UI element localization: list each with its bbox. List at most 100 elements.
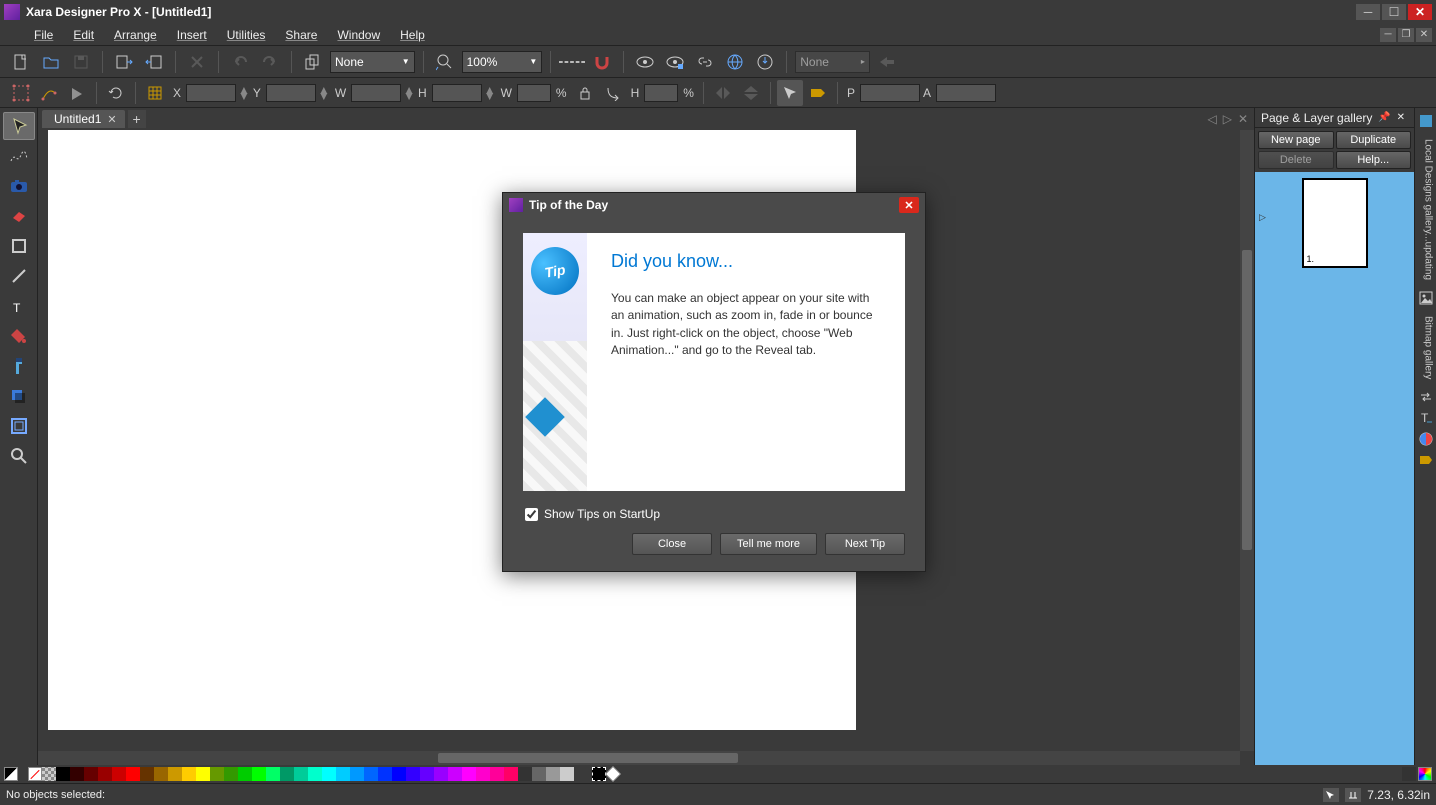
- menu-insert[interactable]: Insert: [167, 26, 217, 44]
- bitmap-gallery-icon[interactable]: [1417, 289, 1435, 307]
- designs-gallery-icon[interactable]: [1417, 112, 1435, 130]
- export-web-button[interactable]: [722, 49, 748, 75]
- x-spinner[interactable]: ▲▼: [238, 87, 250, 99]
- fill-tool[interactable]: [3, 322, 35, 350]
- vertical-scrollbar[interactable]: [1240, 130, 1254, 751]
- freehand-tool[interactable]: [3, 142, 35, 170]
- color-swatch[interactable]: [504, 767, 518, 781]
- export-button[interactable]: [141, 49, 167, 75]
- page-thumbnail[interactable]: 1.: [1302, 178, 1368, 268]
- color-swatch[interactable]: [448, 767, 462, 781]
- color-swatch[interactable]: [322, 767, 336, 781]
- shape-tool[interactable]: [3, 232, 35, 260]
- color-swatch[interactable]: [532, 767, 546, 781]
- color-swatch[interactable]: [294, 767, 308, 781]
- color-swatch[interactable]: [518, 767, 532, 781]
- color-swatch[interactable]: [490, 767, 504, 781]
- color-swatch[interactable]: [266, 767, 280, 781]
- text-gallery-icon[interactable]: T: [1417, 409, 1435, 427]
- eraser-tool[interactable]: [3, 202, 35, 230]
- bevel-tool[interactable]: [3, 412, 35, 440]
- link-button[interactable]: [692, 49, 718, 75]
- color-swatch[interactable]: [476, 767, 490, 781]
- document-tab[interactable]: Untitled1 ✕: [42, 110, 125, 128]
- grid-icon[interactable]: [142, 80, 168, 106]
- h-pct-field[interactable]: [644, 84, 678, 102]
- w-pct-field[interactable]: [517, 84, 551, 102]
- color-swatch[interactable]: [84, 767, 98, 781]
- y-field[interactable]: [266, 84, 316, 102]
- color-editor-button[interactable]: [1418, 767, 1432, 781]
- lock-aspect-button[interactable]: [572, 80, 598, 106]
- names-gallery-icon[interactable]: [1417, 451, 1435, 469]
- line-tool-icon[interactable]: [36, 80, 62, 106]
- menu-utilities[interactable]: Utilities: [217, 26, 276, 44]
- new-tab-button[interactable]: +: [128, 110, 146, 128]
- show-tips-checkbox[interactable]: [525, 508, 538, 521]
- color-swatch[interactable]: [392, 767, 406, 781]
- name-combo[interactable]: None▸: [795, 51, 870, 73]
- tab-next-button[interactable]: ▷: [1221, 112, 1234, 126]
- designs-gallery-tab[interactable]: Local Designs gallery...updating: [1417, 133, 1435, 286]
- selector-options-button[interactable]: [777, 80, 803, 106]
- mdi-minimize-button[interactable]: ─: [1380, 28, 1396, 42]
- mdi-restore-button[interactable]: ❐: [1398, 28, 1414, 42]
- expand-toggle[interactable]: ▷: [1259, 212, 1266, 223]
- color-swatch[interactable]: [182, 767, 196, 781]
- color-swatch[interactable]: [350, 767, 364, 781]
- bitmap-gallery-tab[interactable]: Bitmap gallery: [1417, 310, 1435, 385]
- a-field[interactable]: [936, 84, 996, 102]
- transparency-icon[interactable]: [64, 80, 90, 106]
- shadow-tool[interactable]: [3, 382, 35, 410]
- tab-close-all-button[interactable]: ✕: [1236, 112, 1250, 126]
- color-swatch[interactable]: [308, 767, 322, 781]
- live-drag-indicator[interactable]: [1323, 788, 1339, 802]
- color-swatch[interactable]: [406, 767, 420, 781]
- end-swatch-1[interactable]: [1402, 767, 1416, 781]
- new-page-button[interactable]: New page: [1258, 131, 1334, 149]
- menu-file[interactable]: File: [24, 26, 63, 44]
- white-diamond-swatch[interactable]: [605, 766, 621, 782]
- color-swatch[interactable]: [560, 767, 574, 781]
- color-swatch[interactable]: [112, 767, 126, 781]
- line-tool[interactable]: [3, 262, 35, 290]
- photo-tool[interactable]: [3, 172, 35, 200]
- preview-button[interactable]: [632, 49, 658, 75]
- tab-close-button[interactable]: ✕: [107, 113, 116, 126]
- color-swatch[interactable]: [126, 767, 140, 781]
- color-swatch[interactable]: [546, 767, 560, 781]
- snap-toggle-button[interactable]: [589, 49, 615, 75]
- window-minimize-button[interactable]: ─: [1356, 4, 1380, 20]
- color-swatch[interactable]: [140, 767, 154, 781]
- y-spinner[interactable]: ▲▼: [318, 87, 330, 99]
- flip-h-button[interactable]: [710, 80, 736, 106]
- color-swatch[interactable]: [364, 767, 378, 781]
- mdi-close-button[interactable]: ✕: [1416, 28, 1432, 42]
- rotate-icon[interactable]: [103, 80, 129, 106]
- scale-line-widths-button[interactable]: [600, 80, 626, 106]
- gallery-close-button[interactable]: ✕: [1394, 112, 1408, 123]
- swap-colors-icon[interactable]: [1417, 388, 1435, 406]
- gallery-pin-button[interactable]: 📌: [1375, 112, 1393, 123]
- dialog-next-btn[interactable]: Next Tip: [825, 533, 905, 555]
- menu-share[interactable]: Share: [275, 26, 327, 44]
- color-swatch[interactable]: [98, 767, 112, 781]
- w-spinner[interactable]: ▲▼: [403, 87, 415, 99]
- undo-button[interactable]: [227, 49, 253, 75]
- dialog-close-btn[interactable]: Close: [632, 533, 712, 555]
- menu-arrange[interactable]: Arrange: [104, 26, 167, 44]
- tab-prev-button[interactable]: ◁: [1205, 112, 1218, 126]
- menu-help[interactable]: Help: [390, 26, 435, 44]
- menu-edit[interactable]: Edit: [63, 26, 104, 44]
- flip-v-button[interactable]: [738, 80, 764, 106]
- color-swatch[interactable]: [168, 767, 182, 781]
- window-close-button[interactable]: ✕: [1408, 4, 1432, 20]
- black-diamond-swatch[interactable]: [592, 767, 606, 781]
- no-color-swatch[interactable]: [28, 767, 42, 781]
- save-document-button[interactable]: [68, 49, 94, 75]
- horizontal-scrollbar[interactable]: [38, 751, 1240, 765]
- profile-combo[interactable]: None▼: [330, 51, 415, 73]
- color-swatch[interactable]: [420, 767, 434, 781]
- profile-icon[interactable]: [300, 49, 326, 75]
- delete-page-button[interactable]: Delete: [1258, 151, 1334, 169]
